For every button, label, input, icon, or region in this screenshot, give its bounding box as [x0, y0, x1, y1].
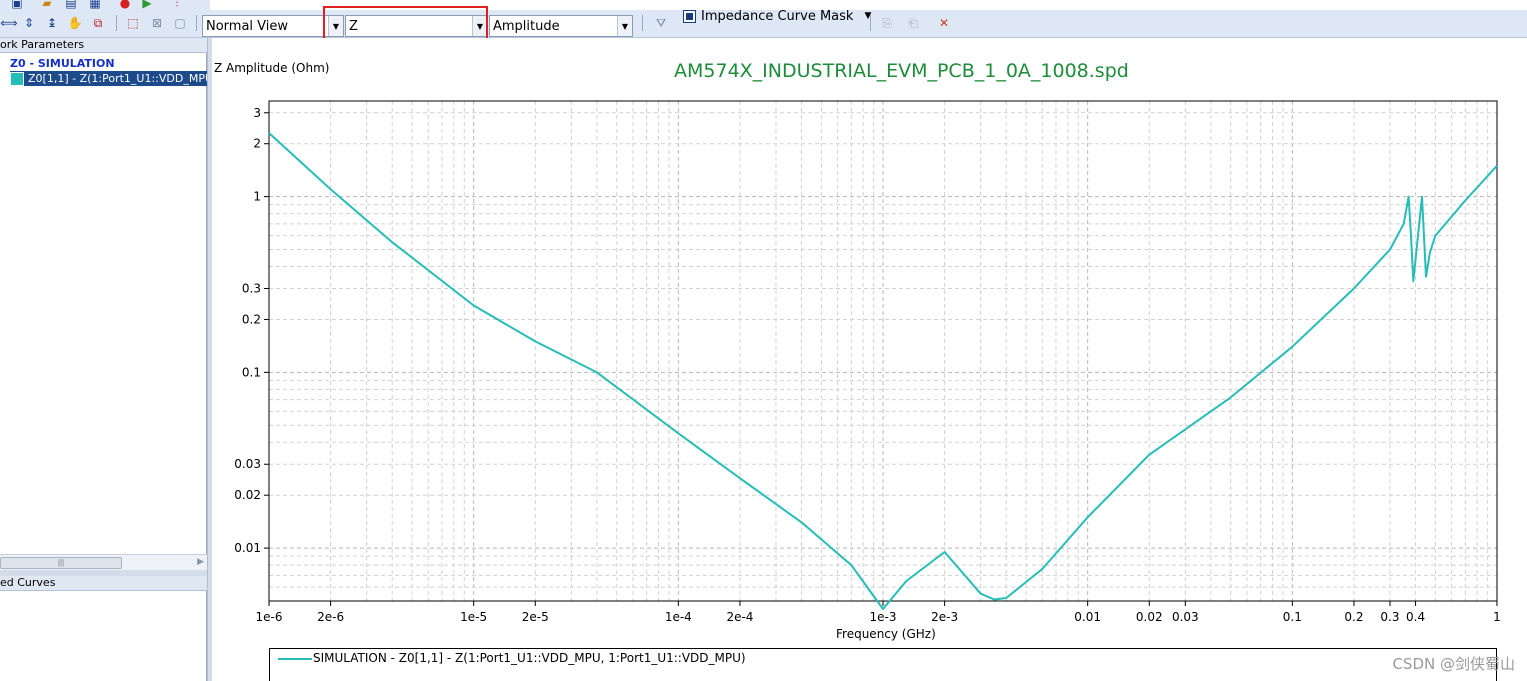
x-tick-label: 2e-4	[726, 610, 753, 624]
x-tick-label: 0.03	[1172, 610, 1199, 624]
impedance-chart[interactable]: 1e-6 2e-6 1e-5 2e-5 1e-4 2e-4 1e-3 2e-3 0.01 0.02…	[0, 0, 1527, 681]
x-tick-label: 2e-6	[317, 610, 344, 624]
x-tick-label: 1e-4	[665, 610, 692, 624]
y-tick-label: 0.02	[234, 488, 261, 502]
x-tick-label: 1	[1493, 610, 1501, 624]
y-tick-label: 1	[253, 190, 261, 204]
plot-frame	[268, 100, 1498, 602]
x-tick-label: 0.4	[1406, 610, 1425, 624]
x-tick-label: 1e-6	[256, 610, 283, 624]
legend-entry: SIMULATION - Z0[1,1] - Z(1:Port1_U1::VDD…	[313, 651, 746, 665]
x-tick-label: 0.3	[1380, 610, 1399, 624]
x-tick-label: 0.02	[1136, 610, 1163, 624]
x-tick-label: 2e-5	[522, 610, 549, 624]
y-tick-label: 2	[253, 137, 261, 151]
x-tick-label: 1e-3	[870, 610, 897, 624]
x-tick-label: 0.2	[1344, 610, 1363, 624]
x-tick-label: 0.01	[1074, 610, 1101, 624]
legend-swatch	[278, 658, 312, 660]
y-tick-label: 0.01	[234, 541, 261, 555]
y-tick-label: 3	[253, 106, 261, 120]
x-tick-label: 2e-3	[931, 610, 958, 624]
x-axis-label: Frequency (GHz)	[836, 627, 936, 641]
legend: SIMULATION - Z0[1,1] - Z(1:Port1_U1::VDD…	[269, 648, 1497, 681]
y-tick-label: 0.3	[242, 282, 261, 296]
watermark: CSDN @剑侠蜀山	[1392, 655, 1515, 673]
y-tick-label: 0.03	[234, 457, 261, 471]
y-tick-label: 0.1	[242, 365, 261, 379]
x-tick-label: 0.1	[1283, 610, 1302, 624]
x-tick-label: 1e-5	[460, 610, 487, 624]
y-tick-label: 0.2	[242, 312, 261, 326]
